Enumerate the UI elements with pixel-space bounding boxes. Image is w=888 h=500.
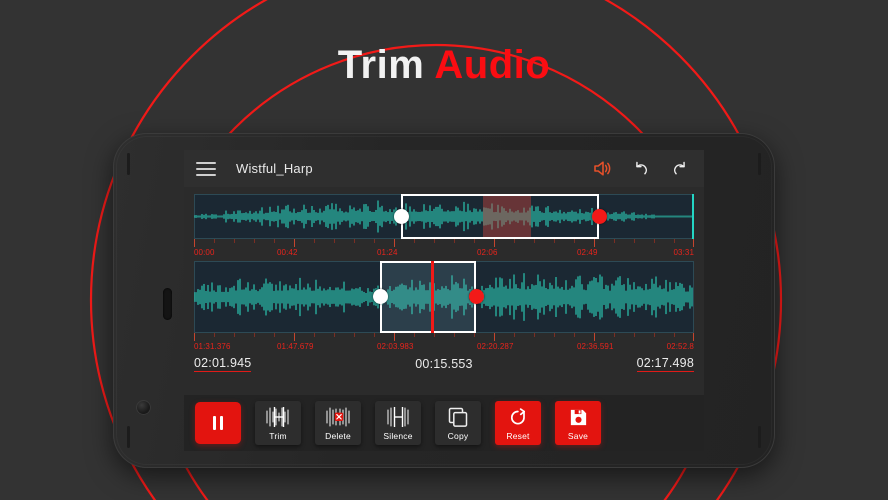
overview-time-ruler: 00:00 00:42 01:24 02:06 02:49 03:31 (194, 239, 694, 259)
waveform-section: 00:00 00:42 01:24 02:06 02:49 03:31 01:31.376… (184, 194, 704, 372)
copy-button-label: Copy (448, 431, 469, 441)
overview-end-handle[interactable] (592, 209, 607, 224)
ruler-label: 02:06 (477, 248, 498, 257)
redo-arrow-icon[interactable] (666, 158, 692, 180)
frame-vent-top (127, 153, 130, 175)
ruler-label: 01:24 (377, 248, 398, 257)
silence-waveform-icon (383, 405, 413, 429)
page-title: Trim Audio (0, 40, 888, 90)
ruler-label: 01:47.679 (277, 342, 314, 351)
time-fields-row: 02:01.945 00:15.553 02:17.498 (184, 353, 704, 372)
copy-icon (447, 405, 469, 429)
frame-vent-bottom (127, 426, 130, 448)
reset-button-label: Reset (506, 431, 529, 441)
detail-start-handle[interactable] (373, 289, 388, 304)
ruler-label: 03:31 (673, 248, 694, 257)
delete-button[interactable]: Delete (315, 401, 361, 445)
ruler-label: 02:20.287 (477, 342, 514, 351)
app-title: Wistful_Harp (236, 161, 578, 176)
reset-button[interactable]: Reset (495, 401, 541, 445)
ruler-label: 00:00 (194, 248, 215, 257)
selection-duration-time: 00:15.553 (415, 357, 472, 371)
ruler-label: 02:49 (577, 248, 598, 257)
ruler-label: 02:36.591 (577, 342, 614, 351)
page-title-word-2: Audio (434, 43, 550, 87)
reset-refresh-icon (507, 405, 529, 429)
overview-end-marker (692, 194, 694, 239)
hamburger-menu-icon[interactable] (196, 162, 216, 176)
silence-button-label: Silence (383, 431, 412, 441)
pause-button[interactable] (195, 402, 241, 444)
phone-screen: Wistful_Harp (184, 150, 704, 451)
overview-start-handle[interactable] (394, 209, 409, 224)
front-camera-icon (136, 400, 151, 415)
playhead-marker[interactable] (431, 261, 434, 333)
detail-waveform[interactable]: 01:31.376 01:47.679 02:03.983 02:20.287 02:3… (194, 261, 694, 353)
trim-button-label: Trim (269, 431, 286, 441)
pause-icon (213, 411, 223, 435)
copy-button[interactable]: Copy (435, 401, 481, 445)
selection-start-time[interactable]: 02:01.945 (194, 356, 251, 372)
ruler-label: 00:42 (277, 248, 298, 257)
ruler-label: 02:03.983 (377, 342, 414, 351)
delete-button-label: Delete (325, 431, 351, 441)
detail-selection-box[interactable] (380, 261, 476, 333)
detail-waveform-canvas[interactable] (194, 261, 694, 333)
selection-end-time[interactable]: 02:17.498 (637, 356, 694, 372)
silence-button[interactable]: Silence (375, 401, 421, 445)
detail-end-handle[interactable] (469, 289, 484, 304)
detail-time-ruler: 01:31.376 01:47.679 02:03.983 02:20.287 02:3… (194, 333, 694, 353)
trim-button[interactable]: Trim (255, 401, 301, 445)
save-floppy-icon (568, 405, 589, 429)
delete-waveform-icon (323, 405, 353, 429)
frame-vent-top-right (758, 153, 761, 175)
overview-waveform[interactable]: 00:00 00:42 01:24 02:06 02:49 03:31 (194, 194, 694, 259)
editor-toolbar: Trim (184, 395, 704, 451)
app-bar: Wistful_Harp (184, 150, 704, 187)
frame-vent-bottom-right (758, 426, 761, 448)
save-button[interactable]: Save (555, 401, 601, 445)
earpiece-speaker (163, 288, 172, 320)
trim-waveform-icon (263, 405, 293, 429)
overview-waveform-canvas[interactable] (194, 194, 694, 239)
undo-arrow-icon[interactable] (628, 158, 654, 180)
page-title-word-1: Trim (338, 43, 424, 87)
phone-device-frame: Wistful_Harp (113, 133, 775, 468)
overview-selection-box[interactable] (401, 194, 599, 239)
ruler-label: 01:31.376 (194, 342, 231, 351)
speaker-volume-icon[interactable] (590, 158, 616, 180)
ruler-label: 02:52.8 (667, 342, 694, 351)
save-button-label: Save (568, 431, 588, 441)
